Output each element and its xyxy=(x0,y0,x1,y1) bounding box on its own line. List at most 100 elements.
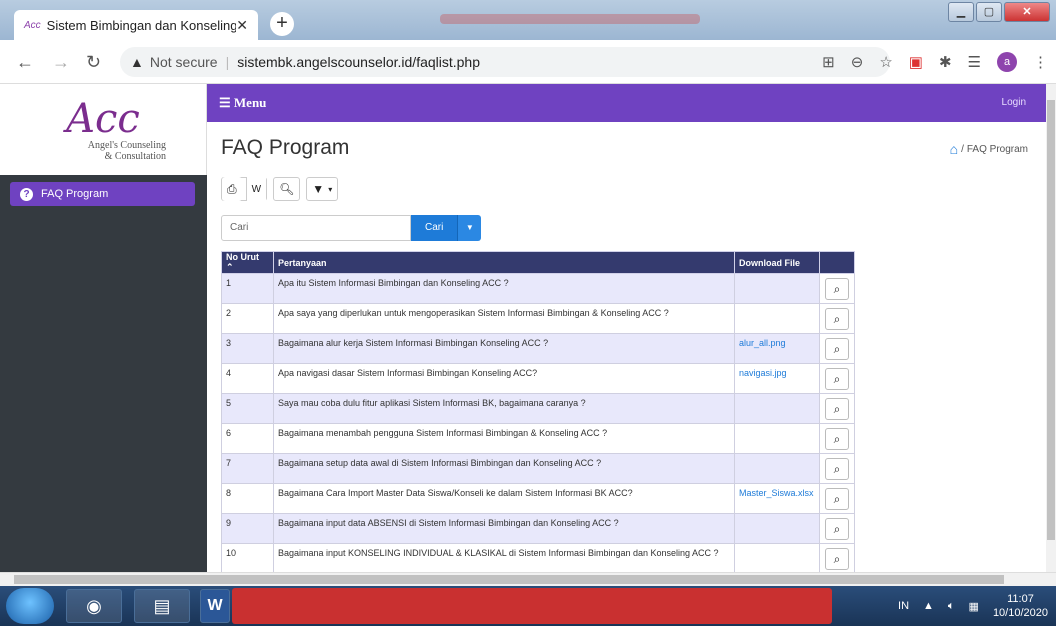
top-navbar: ☰ Menu Login xyxy=(207,84,1046,122)
url-text: sistembk.angelscounselor.id/faqlist.php xyxy=(237,54,481,70)
view-detail-icon[interactable]: ⌕ xyxy=(825,367,849,390)
back-icon[interactable]: ← xyxy=(16,52,34,73)
col-download-file[interactable]: Download File xyxy=(734,251,820,274)
puzzle-icon[interactable]: ✱ xyxy=(939,53,952,71)
address-bar: ← → ↻ ▲ Not secure | sistembk.angelscoun… xyxy=(0,40,1056,84)
question-icon: ? xyxy=(20,187,33,201)
search-input[interactable]: Cari xyxy=(221,215,411,241)
view-detail-icon[interactable]: ⌕ xyxy=(825,277,849,300)
extension-icon[interactable]: ▣ xyxy=(909,53,923,71)
vertical-scroll-thumb[interactable] xyxy=(1047,100,1055,540)
cell-no: 3 xyxy=(221,333,274,364)
breadcrumb: ⌂ / FAQ Program xyxy=(950,141,1028,157)
view-detail-icon[interactable]: ⌕ xyxy=(825,307,849,330)
horizontal-scrollbar[interactable] xyxy=(0,572,1056,586)
view-detail-icon[interactable]: ⌕ xyxy=(825,547,849,570)
browser-titlebar: Acc Sistem Bimbingan dan Konseling ✕ + ▁… xyxy=(0,0,1056,40)
col-no-urut[interactable]: No Urut ⌃ xyxy=(221,251,274,274)
table-row: 5 Saya mau coba dulu fitur aplikasi Siste… xyxy=(221,393,855,424)
new-tab-button[interactable]: + xyxy=(270,12,294,36)
cell-download-file xyxy=(734,273,820,304)
start-button[interactable] xyxy=(6,588,54,624)
cell-actions: ⌕ xyxy=(819,303,855,334)
zoom-icon[interactable]: ⊖ xyxy=(851,53,864,71)
search-toggle-icon[interactable]: 🔍︎ xyxy=(273,177,301,201)
bookmark-star-icon[interactable]: ☆ xyxy=(879,53,892,71)
table-row: 8 Bagaimana Cara Import Master Data Siswa… xyxy=(221,483,855,514)
tray-expand-icon[interactable]: ▲ xyxy=(923,600,934,612)
home-icon[interactable]: ⌂ xyxy=(950,141,958,157)
cell-download-file xyxy=(734,423,820,454)
tab-close-icon[interactable]: ✕ xyxy=(236,17,248,34)
cell-actions: ⌕ xyxy=(819,423,855,454)
view-detail-icon[interactable]: ⌕ xyxy=(825,427,849,450)
chrome-taskbar-icon[interactable]: ◉ xyxy=(66,589,122,623)
logo-line2: & Consultation xyxy=(104,150,166,162)
filter-dropdown-button[interactable]: ▼ ▾ xyxy=(306,177,339,201)
search-bar: Cari Cari ▼ xyxy=(221,215,482,241)
window-title xyxy=(440,14,700,24)
cell-download-file[interactable]: alur_all.png xyxy=(734,333,820,364)
translate-icon[interactable]: ⊞ xyxy=(822,53,835,71)
login-link[interactable]: Login xyxy=(1002,97,1026,108)
logo-mark: Acc xyxy=(66,95,140,142)
favicon-icon: Acc xyxy=(24,19,41,31)
horizontal-scroll-thumb[interactable] xyxy=(14,575,1004,584)
sidebar-item-faq-program[interactable]: ? FAQ Program xyxy=(10,182,195,206)
reload-icon[interactable]: ↻ xyxy=(86,52,101,73)
word-export-icon[interactable]: W xyxy=(245,177,267,201)
maximize-button[interactable]: ▢ xyxy=(976,2,1002,22)
cell-no: 7 xyxy=(221,453,274,484)
close-window-button[interactable]: ✕ xyxy=(1004,2,1050,22)
cell-question: Bagaimana input KONSELING INDIVIDUAL & K… xyxy=(273,543,735,572)
clock[interactable]: 11:07 10/10/2020 xyxy=(993,592,1048,620)
vertical-scrollbar[interactable] xyxy=(1046,84,1056,572)
language-indicator[interactable]: IN xyxy=(898,600,909,612)
caret-icon: ▾ xyxy=(328,184,333,194)
table-row: 1 Apa itu Sistem Informasi Bimbingan dan … xyxy=(221,273,855,304)
window-controls: ▁ ▢ ✕ xyxy=(948,2,1050,22)
explorer-taskbar-icon[interactable]: ▤ xyxy=(134,589,190,623)
search-options-dropdown[interactable]: ▼ xyxy=(457,215,482,241)
url-field[interactable]: ▲ Not secure | sistembk.angelscounselor.… xyxy=(120,47,890,77)
word-taskbar-icon[interactable]: W xyxy=(200,589,230,623)
table-row: 10 Bagaimana input KONSELING INDIVIDUAL &… xyxy=(221,543,855,572)
cell-actions: ⌕ xyxy=(819,513,855,544)
security-label: Not secure xyxy=(149,54,218,70)
forward-icon[interactable]: → xyxy=(52,52,70,73)
view-detail-icon[interactable]: ⌕ xyxy=(825,517,849,540)
cell-no: 2 xyxy=(221,303,274,334)
view-detail-icon[interactable]: ⌕ xyxy=(825,457,849,480)
cell-download-file[interactable]: navigasi.jpg xyxy=(734,363,820,394)
view-detail-icon[interactable]: ⌕ xyxy=(825,487,849,510)
cell-download-file[interactable]: Master_Siswa.xlsx xyxy=(734,483,820,514)
cell-no: 6 xyxy=(221,423,274,454)
cell-download-file xyxy=(734,393,820,424)
view-detail-icon[interactable]: ⌕ xyxy=(825,397,849,420)
search-button[interactable]: Cari xyxy=(411,215,458,241)
cell-question: Apa saya yang diperlukan untuk mengopera… xyxy=(273,303,735,334)
col-pertanyaan[interactable]: Pertanyaan xyxy=(273,251,735,274)
kebab-menu-icon[interactable]: ⋮ xyxy=(1033,53,1048,71)
cell-actions: ⌕ xyxy=(819,453,855,484)
cell-actions: ⌕ xyxy=(819,333,855,364)
system-tray: IN ▲ 🔈︎ ▦ 11:07 10/10/2020 xyxy=(898,592,1048,620)
cell-download-file xyxy=(734,513,820,544)
minimize-button[interactable]: ▁ xyxy=(948,2,974,22)
logo[interactable]: Acc Angel's Counseling & Consultation xyxy=(0,84,207,175)
print-icon[interactable]: ⎙ xyxy=(222,177,242,201)
cell-question: Bagaimana Cara Import Master Data Siswa/… xyxy=(273,483,735,514)
profile-avatar[interactable]: a xyxy=(997,52,1017,72)
view-detail-icon[interactable]: ⌕ xyxy=(825,337,849,360)
menu-toggle-button[interactable]: ☰ Menu xyxy=(219,95,266,111)
page-viewport: Acc Angel's Counseling & Consultation ? … xyxy=(0,84,1046,572)
logo-line1: Angel's Counseling xyxy=(87,139,166,151)
volume-icon[interactable]: 🔈︎ xyxy=(948,600,955,613)
network-icon[interactable]: ▦ xyxy=(969,600,979,613)
toolbar: ⎙ W 🔍︎ ▼ ▾ xyxy=(221,177,339,201)
browser-tab[interactable]: Acc Sistem Bimbingan dan Konseling ✕ xyxy=(14,10,258,40)
cell-download-file xyxy=(734,453,820,484)
active-taskbar-item[interactable] xyxy=(232,588,832,624)
col-actions xyxy=(819,251,855,274)
reading-list-icon[interactable]: ☰ xyxy=(968,53,981,71)
